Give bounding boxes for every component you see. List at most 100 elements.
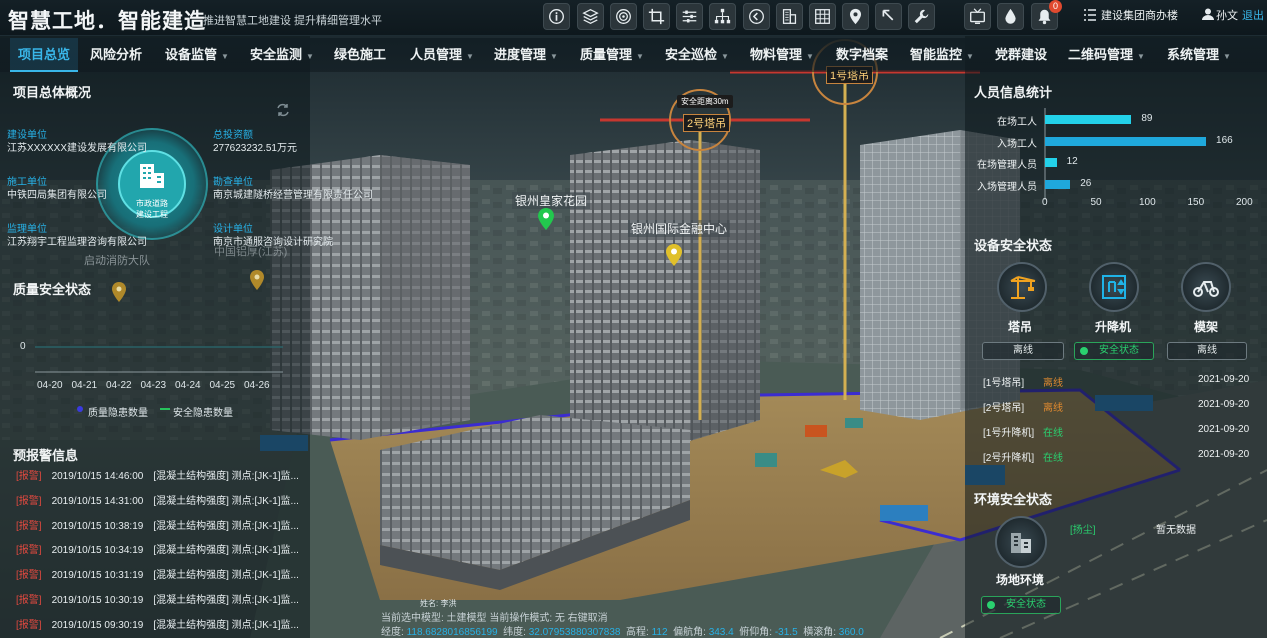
nav-item-8[interactable]: 安全巡检 ▼ xyxy=(665,38,729,72)
nav-item-label: 物料管理 xyxy=(750,47,803,62)
crane-status-pill[interactable]: 离线 xyxy=(982,342,1064,360)
nav-item-2[interactable]: 设备监管 ▼ xyxy=(165,38,229,72)
nav-item-4[interactable]: 绿色施工 xyxy=(334,38,386,72)
lat-label: 纬度: xyxy=(503,627,526,638)
wrench-icon[interactable] xyxy=(908,3,935,30)
equipment-title: 设备安全状态 xyxy=(974,238,1053,253)
alarms-title: 预报警信息 xyxy=(13,448,79,463)
tv-icon[interactable] xyxy=(964,3,991,30)
nav-item-6[interactable]: 进度管理 ▼ xyxy=(494,38,558,72)
device-state: 在线 xyxy=(1043,428,1063,439)
legend-safety-label: 安全隐患数量 xyxy=(173,408,233,419)
device-name[interactable]: [1号升降机] xyxy=(983,424,1034,439)
device-name[interactable]: [2号升降机] xyxy=(983,449,1034,464)
nav-item-14[interactable]: 系统管理 ▼ xyxy=(1167,38,1231,72)
device-date: 2021-09-20 xyxy=(1198,374,1250,385)
center-label-2: 建设工程 xyxy=(136,210,168,219)
environment-empty-text: 暂无数据 xyxy=(1156,525,1196,536)
personnel-category-label: 入场管理人员 xyxy=(977,181,1037,193)
formwork-icon[interactable] xyxy=(1181,262,1231,312)
alarm-row[interactable]: [报警] 2019/10/15 10:38:19 [混凝土结构强度] 测点:[JK-… xyxy=(16,517,299,537)
user-icon xyxy=(1202,8,1214,20)
marker-label-green: 银州皇家花园 xyxy=(512,192,591,209)
nav-item-5[interactable]: 人员管理 ▼ xyxy=(410,38,474,72)
environment-status-pill[interactable]: 安全状态 xyxy=(981,596,1061,614)
person-popup-name: 姓名: 李洪 xyxy=(420,599,457,608)
alarm-row[interactable]: [报警] 2019/10/15 09:30:19 [混凝土结构强度] 测点:[JK-… xyxy=(16,616,299,636)
chevron-down-icon: ▼ xyxy=(550,52,558,61)
nav-item-1[interactable]: 风险分析 xyxy=(90,38,142,72)
nav-item-11[interactable]: 智能监控 ▼ xyxy=(910,38,974,72)
personnel-bar-value: 26 xyxy=(1080,177,1092,189)
personnel-x-tick: 100 xyxy=(1139,197,1156,208)
personnel-bar-value: 166 xyxy=(1216,134,1233,146)
personnel-bar-value: 12 xyxy=(1066,156,1078,168)
project-name[interactable]: 建设集团商办楼 xyxy=(1101,7,1178,23)
nav-item-10[interactable]: 数字档案 xyxy=(836,38,888,72)
elevator-status-pill[interactable]: 安全状态 xyxy=(1074,342,1154,360)
alarm-row[interactable]: [报警] 2019/10/15 10:31:19 [混凝土结构强度] 测点:[JK-… xyxy=(16,566,299,586)
target-icon[interactable] xyxy=(610,3,637,30)
info-icon[interactable] xyxy=(543,3,570,30)
alarm-row[interactable]: [报警] 2019/10/15 14:31:00 [混凝土结构强度] 测点:[JK-… xyxy=(16,492,299,512)
quality-title: 质量安全状态 xyxy=(13,282,92,297)
roll-value: 360.0 xyxy=(838,627,864,638)
nav-item-0[interactable]: 项目总览 xyxy=(10,38,79,72)
pointer-icon[interactable] xyxy=(875,3,902,30)
crop-icon[interactable] xyxy=(643,3,670,30)
survey-unit-value: 南京城建隧桥经营管理有限责任公司 xyxy=(213,190,373,201)
construct-unit-value: 中铁四局集团有限公司 xyxy=(7,190,107,201)
sliders-icon[interactable] xyxy=(676,3,703,30)
alarm-row[interactable]: [报警] 2019/10/15 14:46:00 [混凝土结构强度] 测点:[JK-… xyxy=(16,467,299,487)
back-icon[interactable] xyxy=(743,3,770,30)
chevron-down-icon: ▼ xyxy=(221,52,229,61)
quality-date-tick: 04-23 xyxy=(140,380,167,391)
location-pin-gold-icon[interactable] xyxy=(112,282,126,302)
device-name[interactable]: [2号塔吊] xyxy=(983,399,1024,414)
location-pin-green-icon[interactable] xyxy=(538,208,554,230)
nav-item-7[interactable]: 质量管理 ▼ xyxy=(580,38,644,72)
formwork-status-pill[interactable]: 离线 xyxy=(1167,342,1247,360)
site-environment-icon[interactable] xyxy=(995,516,1047,568)
refresh-icon[interactable] xyxy=(276,103,290,117)
marker-label-yellow: 银州国际金融中心 xyxy=(628,220,731,237)
elevator-icon[interactable] xyxy=(1089,262,1139,312)
status-dot xyxy=(1080,347,1088,355)
alarm-row[interactable]: [报警] 2019/10/15 10:30:19 [混凝土结构强度] 测点:[JK-… xyxy=(16,591,299,611)
nav-item-3[interactable]: 安全监测 ▼ xyxy=(250,38,314,72)
chevron-down-icon: ▼ xyxy=(306,52,314,61)
personnel-bar xyxy=(1045,158,1057,168)
app-title: 智慧工地．智能建造 xyxy=(8,9,206,33)
logout-link[interactable]: 退出 xyxy=(1242,7,1264,23)
location-icon[interactable] xyxy=(842,3,869,30)
location-pin-yellow-icon[interactable] xyxy=(666,244,682,266)
alarm-row[interactable]: [报警] 2019/10/15 10:34:19 [混凝土结构强度] 测点:[JK-… xyxy=(16,541,299,561)
nav-item-label: 安全监测 xyxy=(250,47,303,62)
drop-icon[interactable] xyxy=(997,3,1024,30)
heading-label: 偏航角: xyxy=(673,627,706,638)
nav-item-label: 党群建设 xyxy=(995,47,1048,62)
grid-icon[interactable] xyxy=(809,3,836,30)
chevron-down-icon: ▼ xyxy=(806,52,814,61)
building-icon[interactable] xyxy=(776,3,803,30)
nav-item-13[interactable]: 二维码管理 ▼ xyxy=(1068,38,1145,72)
list-icon[interactable] xyxy=(1083,8,1097,22)
nav-item-label: 安全巡检 xyxy=(665,47,718,62)
org-chart-icon[interactable] xyxy=(709,3,736,30)
nav-item-label: 进度管理 xyxy=(494,47,547,62)
nav-item-label: 质量管理 xyxy=(580,47,633,62)
alarm-tag: [报警] xyxy=(16,520,42,532)
device-state: 在线 xyxy=(1043,453,1063,464)
device-date: 2021-09-20 xyxy=(1198,449,1250,460)
build-unit-value: 江苏XXXXXX建设发展有限公司 xyxy=(7,143,148,154)
device-name[interactable]: [1号塔吊] xyxy=(983,374,1024,389)
location-pin-gold-icon[interactable] xyxy=(250,270,264,290)
nav-item-12[interactable]: 党群建设 xyxy=(995,38,1047,72)
layers-icon[interactable] xyxy=(577,3,604,30)
personnel-x-tick: 0 xyxy=(1042,197,1048,208)
legend-quality-swatch xyxy=(77,406,83,412)
tower-crane-icon[interactable] xyxy=(997,262,1047,312)
crane-2-label[interactable]: 2号塔吊 xyxy=(683,114,731,132)
nav-item-9[interactable]: 物料管理 ▼ xyxy=(750,38,814,72)
nav-item-label: 数字档案 xyxy=(836,47,889,62)
